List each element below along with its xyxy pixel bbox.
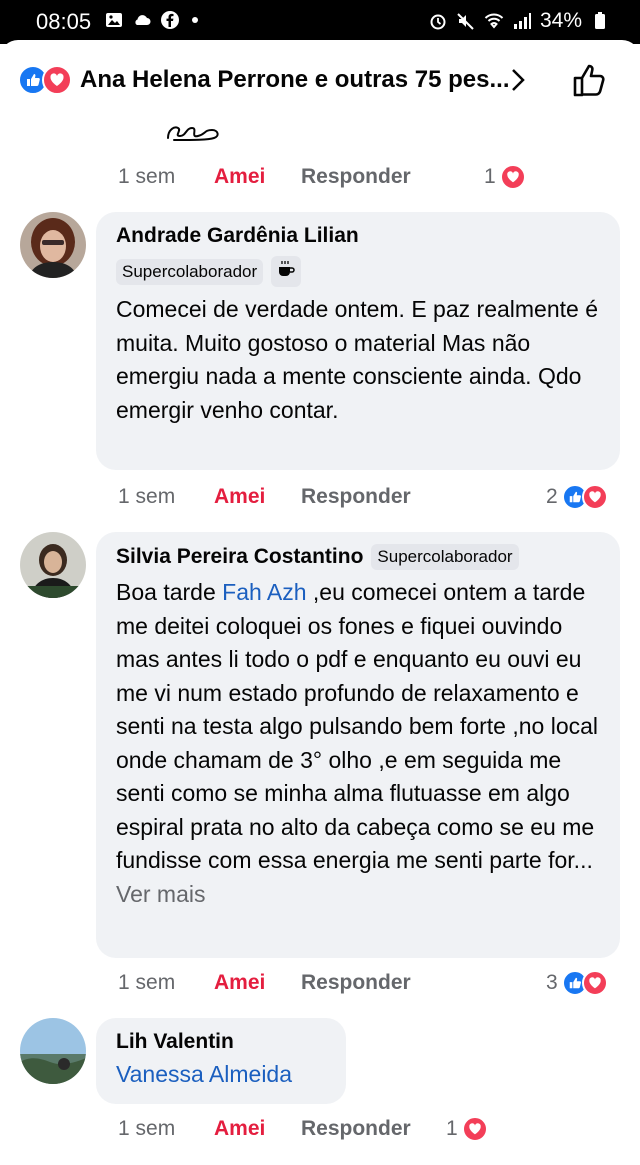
coffee-cup-icon[interactable] bbox=[271, 256, 302, 287]
hand-drawn-sticker bbox=[167, 126, 219, 141]
comment-time[interactable]: 1 sem bbox=[118, 1117, 175, 1141]
reaction-count: 1 bbox=[484, 165, 496, 188]
alarm-icon bbox=[430, 14, 446, 30]
comment-reactions[interactable]: 1 bbox=[446, 1114, 488, 1144]
mention-link[interactable]: Fah Azh bbox=[222, 579, 306, 605]
comment-author[interactable]: Silvia Pereira Costantino bbox=[116, 545, 363, 569]
amei-button[interactable]: Amei bbox=[214, 971, 265, 995]
comment-time[interactable]: 1 sem bbox=[118, 971, 175, 995]
comment-reactions[interactable]: 3 bbox=[546, 968, 608, 998]
battery-level: 34% bbox=[539, 9, 582, 32]
comment-time[interactable]: 1 sem bbox=[118, 165, 175, 189]
mention-link[interactable]: Vanessa Almeida bbox=[116, 1061, 292, 1087]
reaction-count: 1 bbox=[446, 1117, 458, 1140]
comment-actions: 1 sem Amei Responder bbox=[118, 482, 411, 512]
comment-text: Boa tarde Fah Azh ,eu comecei ontem a ta… bbox=[116, 576, 600, 911]
comment-reactions[interactable]: 2 bbox=[546, 482, 608, 512]
battery-icon bbox=[595, 12, 605, 29]
status-time: 08:05 bbox=[36, 9, 92, 34]
amei-button[interactable]: Amei bbox=[214, 165, 265, 189]
reply-button[interactable]: Responder bbox=[301, 485, 411, 509]
comment-actions: 1 sem Amei Responder bbox=[118, 162, 411, 192]
wifi-icon bbox=[484, 13, 504, 29]
status-bar: 08:05 34% bbox=[0, 0, 640, 44]
comment-text: Comecei de verdade ontem. E paz realment… bbox=[116, 296, 598, 423]
comment-actions: 1 sem Amei Responder bbox=[118, 968, 411, 998]
reactors-summary[interactable]: Ana Helena Perrone e outras 75 pes... bbox=[80, 66, 510, 94]
comment-author[interactable]: Lih Valentin bbox=[116, 1030, 326, 1054]
love-reaction-icon bbox=[581, 484, 608, 510]
love-reaction-icon bbox=[42, 65, 72, 95]
dot-icon bbox=[192, 17, 198, 23]
cloud-icon bbox=[135, 15, 151, 25]
avatar[interactable] bbox=[20, 532, 86, 598]
see-more-link[interactable]: Ver mais bbox=[116, 881, 205, 907]
avatar[interactable] bbox=[20, 1018, 86, 1084]
comment-bubble[interactable]: Lih Valentin Vanessa Almeida bbox=[96, 1018, 346, 1104]
comment-actions: 1 sem Amei Responder bbox=[118, 1114, 411, 1144]
amei-button[interactable]: Amei bbox=[214, 485, 265, 509]
comment-time[interactable]: 1 sem bbox=[118, 485, 175, 509]
mute-icon bbox=[457, 13, 474, 30]
comment-text-start: Boa tarde bbox=[116, 579, 223, 605]
supercolaborador-badge[interactable]: Supercolaborador bbox=[371, 544, 519, 570]
reaction-count: 2 bbox=[546, 485, 558, 508]
signal-icon bbox=[513, 13, 531, 29]
comment-bubble[interactable]: Silvia Pereira Costantino Supercolaborad… bbox=[96, 532, 620, 958]
supercolaborador-badge[interactable]: Supercolaborador bbox=[116, 258, 264, 285]
love-reaction-icon bbox=[581, 970, 608, 996]
reply-button[interactable]: Responder bbox=[301, 971, 411, 995]
comment-text-rest: ,eu comecei ontem a tarde me deitei colo… bbox=[116, 579, 599, 873]
reply-button[interactable]: Responder bbox=[301, 1117, 411, 1141]
amei-button[interactable]: Amei bbox=[214, 1117, 265, 1141]
gallery-icon bbox=[106, 13, 122, 27]
love-reaction-icon bbox=[461, 1116, 488, 1142]
comment-reactions[interactable]: 1 bbox=[484, 162, 526, 192]
avatar[interactable] bbox=[20, 212, 86, 278]
reactions-header[interactable]: Ana Helena Perrone e outras 75 pes... bbox=[0, 40, 640, 120]
love-reaction-icon bbox=[499, 164, 526, 190]
chevron-right-icon[interactable] bbox=[508, 66, 528, 94]
comment-bubble[interactable]: Andrade Gardênia Lilian Supercolaborador… bbox=[96, 212, 620, 470]
like-button-icon[interactable] bbox=[570, 60, 610, 100]
facebook-icon bbox=[161, 11, 179, 29]
reply-button[interactable]: Responder bbox=[301, 165, 411, 189]
reaction-count: 3 bbox=[546, 971, 558, 994]
comment-author[interactable]: Andrade Gardênia Lilian bbox=[116, 224, 600, 248]
